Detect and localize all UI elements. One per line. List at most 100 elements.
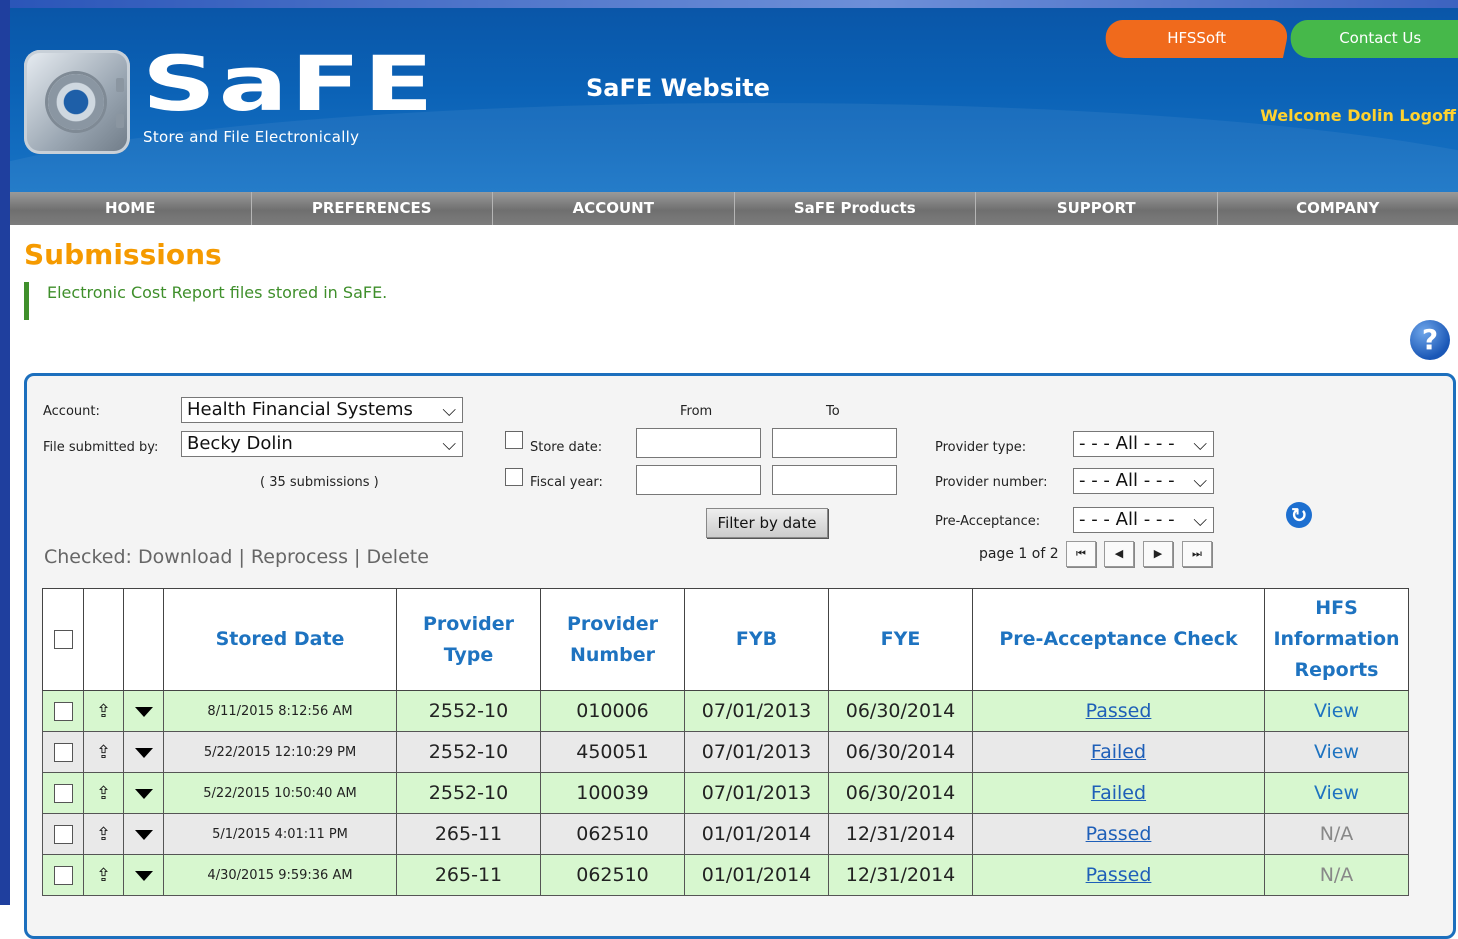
preacceptance-cell: Failed (973, 773, 1265, 814)
fyb-cell: 07/01/2013 (685, 691, 829, 732)
contact-us-tab-label: Contact Us (1339, 20, 1421, 56)
select-all-checkbox[interactable] (54, 630, 73, 649)
fiscal-year-from-input[interactable] (636, 465, 761, 495)
vault-hinge (116, 78, 124, 92)
row-checkbox[interactable] (54, 866, 73, 885)
table-header-row: Stored Date ProviderType ProviderNumber … (43, 589, 1409, 691)
store-date-to-input[interactable] (772, 428, 897, 458)
safe-vault-logo-icon[interactable] (24, 50, 130, 154)
fye-cell: 12/31/2014 (829, 855, 973, 896)
bulk-actions: Checked: Download | Reprocess | Delete (44, 546, 429, 568)
first-page-button[interactable]: ⏮ (1066, 541, 1096, 567)
report-cell: View (1265, 732, 1409, 773)
upload-icon[interactable]: ⇪ (96, 824, 111, 845)
provider-type-cell: 2552-10 (397, 773, 541, 814)
preacceptance-select[interactable]: - - - All - - - ⌵ (1073, 507, 1214, 533)
stored-date-header[interactable]: Stored Date (164, 589, 397, 691)
last-page-button[interactable]: ⏭ (1182, 541, 1212, 567)
fye-header[interactable]: FYE (829, 589, 973, 691)
help-icon[interactable]: ? (1410, 320, 1450, 360)
upload-icon[interactable]: ⇪ (96, 742, 111, 763)
view-report-link[interactable]: View (1314, 782, 1359, 804)
fiscal-year-checkbox[interactable] (505, 468, 523, 486)
provider-type-header-line2: Type (444, 644, 494, 666)
reprocess-action[interactable]: Reprocess (251, 546, 348, 568)
view-report-link[interactable]: View (1314, 741, 1359, 763)
to-label: To (826, 404, 840, 419)
caret-down-icon[interactable] (135, 789, 153, 799)
row-select-cell (43, 814, 84, 855)
prev-page-button[interactable]: ◀ (1104, 541, 1134, 567)
caret-down-icon[interactable] (135, 748, 153, 758)
store-date-from-input[interactable] (636, 428, 761, 458)
account-select[interactable]: Health Financial Systems ⌵ (181, 397, 463, 423)
upload-cell: ⇪ (84, 814, 124, 855)
fiscal-year-to-input[interactable] (772, 465, 897, 495)
chevron-down-icon: ⌵ (1193, 470, 1207, 494)
nav-support[interactable]: SUPPORT (976, 192, 1218, 225)
vault-dial-icon (48, 74, 104, 130)
preacceptance-link[interactable]: Passed (1086, 864, 1152, 886)
row-checkbox[interactable] (54, 743, 73, 762)
hfs-reports-header[interactable]: HFSInformationReports (1265, 589, 1409, 691)
row-checkbox[interactable] (54, 784, 73, 803)
provider-number-select[interactable]: - - - All - - - ⌵ (1073, 468, 1214, 494)
preacceptance-link[interactable]: Passed (1086, 823, 1152, 845)
fyb-cell: 07/01/2013 (685, 773, 829, 814)
store-date-checkbox[interactable] (505, 431, 523, 449)
preacceptance-link[interactable]: Failed (1091, 741, 1146, 763)
preacceptance-link[interactable]: Failed (1091, 782, 1146, 804)
provider-number-header-line1: Provider (567, 613, 658, 635)
refresh-icon[interactable]: ↻ (1286, 502, 1312, 528)
provider-type-cell: 265-11 (397, 814, 541, 855)
chevron-down-icon: ⌵ (1193, 509, 1207, 533)
contact-us-tab[interactable]: Contact Us (1286, 20, 1458, 58)
table-row: ⇪ 5/22/2015 10:50:40 AM 2552-10 100039 0… (43, 773, 1409, 814)
report-unavailable: N/A (1320, 864, 1354, 886)
menu-cell (124, 814, 164, 855)
upload-icon[interactable]: ⇪ (96, 701, 111, 722)
main-nav: HOME PREFERENCES ACCOUNT SaFE Products S… (10, 192, 1458, 225)
provider-type-select[interactable]: - - - All - - - ⌵ (1073, 431, 1214, 457)
view-report-link[interactable]: View (1314, 700, 1359, 722)
provider-type-header-line1: Provider (423, 613, 514, 635)
upload-icon[interactable]: ⇪ (96, 783, 111, 804)
nav-safe-products[interactable]: SaFE Products (735, 192, 977, 225)
nav-account[interactable]: ACCOUNT (493, 192, 735, 225)
fyb-header[interactable]: FYB (685, 589, 829, 691)
nav-preferences[interactable]: PREFERENCES (252, 192, 494, 225)
upload-icon[interactable]: ⇪ (96, 865, 111, 886)
stored-date-cell: 5/22/2015 12:10:29 PM (164, 732, 397, 773)
provider-number-cell: 010006 (541, 691, 685, 732)
caret-down-icon[interactable] (135, 871, 153, 881)
preacceptance-link[interactable]: Passed (1086, 700, 1152, 722)
submitted-by-select[interactable]: Becky Dolin ⌵ (181, 431, 463, 457)
provider-type-header[interactable]: Provider Type (397, 589, 541, 691)
submissions-table: Stored Date ProviderType ProviderNumber … (42, 588, 1409, 896)
download-action[interactable]: Download (138, 546, 232, 568)
caret-down-icon[interactable] (135, 707, 153, 717)
preacceptance-header[interactable]: Pre-Acceptance Check (973, 589, 1265, 691)
report-cell: View (1265, 691, 1409, 732)
provider-type-cell: 265-11 (397, 855, 541, 896)
filter-by-date-button[interactable]: Filter by date (706, 508, 828, 538)
left-accent-bar (0, 0, 10, 905)
nav-home[interactable]: HOME (10, 192, 252, 225)
row-checkbox[interactable] (54, 825, 73, 844)
checked-label: Checked: (44, 546, 132, 568)
provider-type-select-value: - - - All - - - (1079, 433, 1175, 454)
caret-down-icon[interactable] (135, 830, 153, 840)
row-checkbox[interactable] (54, 702, 73, 721)
provider-number-cell: 450051 (541, 732, 685, 773)
provider-number-select-value: - - - All - - - (1079, 470, 1175, 491)
stored-date-cell: 8/11/2015 8:12:56 AM (164, 691, 397, 732)
next-page-button[interactable]: ▶ (1143, 541, 1173, 567)
from-label: From (680, 404, 712, 419)
upload-header (84, 589, 124, 691)
hfssoft-tab[interactable]: HFSSoft (1101, 20, 1291, 58)
submitted-by-label: File submitted by: (43, 440, 158, 455)
delete-action[interactable]: Delete (366, 546, 428, 568)
nav-company[interactable]: COMPANY (1218, 192, 1458, 225)
welcome-logoff-link[interactable]: Welcome Dolin Logoff (1260, 106, 1456, 125)
provider-number-header[interactable]: ProviderNumber (541, 589, 685, 691)
